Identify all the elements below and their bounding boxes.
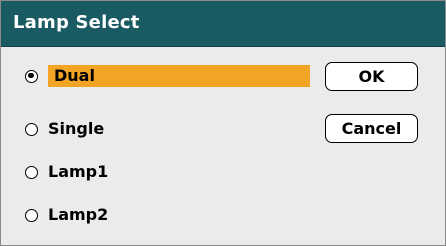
option-dual[interactable]: Dual: [25, 61, 310, 91]
option-lamp2[interactable]: Lamp2: [25, 200, 108, 230]
radio-icon[interactable]: [25, 122, 38, 136]
radio-icon[interactable]: [25, 208, 38, 222]
cancel-button[interactable]: Cancel: [325, 114, 418, 143]
dialog-title-bar: Lamp Select: [1, 1, 445, 47]
ok-button[interactable]: OK: [325, 62, 418, 91]
option-lamp1[interactable]: Lamp1: [25, 157, 108, 187]
option-label: Lamp2: [48, 205, 109, 224]
radio-icon[interactable]: [25, 165, 38, 179]
option-label: Dual: [48, 65, 310, 87]
dialog-title: Lamp Select: [13, 12, 140, 33]
option-single[interactable]: Single: [25, 114, 104, 144]
radio-selected-icon[interactable]: [25, 69, 38, 83]
option-label: Lamp1: [48, 162, 109, 181]
lamp-select-dialog: Lamp Select Dual Single Lamp1 Lamp2 OK C…: [0, 0, 446, 246]
option-label: Single: [48, 119, 105, 138]
